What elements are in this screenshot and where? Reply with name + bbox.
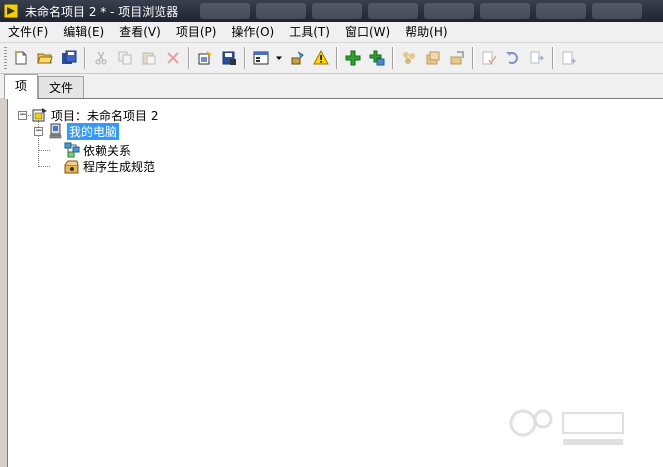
menu-bar: 文件(F) 编辑(E) 查看(V) 项目(P) 操作(O) 工具(T) 窗口(W… [0, 22, 663, 43]
toolbar [0, 43, 663, 74]
toolbar-separator [188, 47, 190, 69]
view-options-button[interactable] [250, 47, 272, 69]
background-taskbar [200, 3, 663, 19]
cut-button[interactable] [90, 47, 112, 69]
computer-icon [49, 123, 62, 139]
menu-window[interactable]: 窗口(W) [337, 22, 397, 42]
open-icon [37, 53, 53, 64]
tree-item-my-computer[interactable]: 我的电脑 [48, 122, 120, 140]
project-tree-pane[interactable]: − 项目：未命名项目 2 − 我的电脑 依赖关系 程序生成规范 [7, 98, 663, 467]
menu-edit[interactable]: 编辑(E) [55, 22, 111, 42]
project-properties-button[interactable] [194, 47, 216, 69]
tree-expander-project[interactable]: − [18, 111, 27, 120]
warning-icon [313, 50, 329, 65]
add-folder-button[interactable] [366, 47, 388, 69]
open-button[interactable] [34, 47, 56, 69]
dropdown-arrow-icon [276, 56, 282, 60]
build-all-icon [426, 51, 440, 65]
dependencies-icon [64, 142, 80, 158]
paste-button[interactable] [138, 47, 160, 69]
menu-project[interactable]: 项目(P) [168, 22, 224, 42]
undo-button[interactable] [502, 47, 524, 69]
copy-button[interactable] [114, 47, 136, 69]
save-project-button[interactable] [218, 47, 240, 69]
redo-button[interactable] [526, 47, 548, 69]
toolbar-separator [244, 47, 246, 69]
menu-tools[interactable]: 工具(T) [281, 22, 337, 42]
build-specifications-icon [64, 160, 79, 174]
add-item-icon [345, 50, 361, 66]
view-options-icon [253, 51, 269, 65]
warning-button[interactable] [310, 47, 332, 69]
tree-item-project[interactable]: 项目：未命名项目 2 [32, 107, 158, 123]
build-button[interactable] [398, 47, 420, 69]
menu-file[interactable]: 文件(F) [0, 22, 55, 42]
watermark-logo [509, 409, 624, 445]
add-folder-icon [369, 50, 385, 66]
toolbar-separator [472, 47, 474, 69]
delete-icon [167, 52, 179, 64]
view-options-dropdown[interactable] [274, 47, 284, 69]
tree-item-label: 我的电脑 [67, 122, 120, 140]
properties-icon [562, 51, 576, 65]
build-tools-icon [291, 51, 304, 65]
toolbar-separator [336, 47, 338, 69]
new-icon [14, 50, 27, 65]
save-all-button[interactable] [58, 47, 80, 69]
tree-item-dependencies[interactable]: 依赖关系 [64, 142, 131, 158]
menu-help[interactable]: 帮助(H) [397, 22, 454, 42]
menu-operate[interactable]: 操作(O) [223, 22, 281, 42]
undo-icon [506, 52, 518, 64]
tab-files[interactable]: 文件 [38, 76, 85, 98]
new-button[interactable] [10, 47, 32, 69]
deploy-button[interactable] [446, 47, 468, 69]
tree-item-label: 依赖关系 [83, 143, 132, 158]
tree-expander-computer[interactable]: − [34, 127, 43, 136]
check-icon [482, 51, 497, 65]
title-bar[interactable]: 未命名项目 2 * - 项目浏览器 [0, 0, 663, 22]
build-tools-button[interactable] [286, 47, 308, 69]
properties-button[interactable] [558, 47, 580, 69]
project-properties-icon [198, 51, 212, 65]
copy-icon [118, 51, 132, 65]
tree-line [38, 166, 50, 167]
check-button[interactable] [478, 47, 500, 69]
menu-view[interactable]: 查看(V) [111, 22, 168, 42]
tab-items[interactable]: 项 [4, 74, 39, 99]
build-all-button[interactable] [422, 47, 444, 69]
build-icon [403, 52, 415, 64]
toolbar-separator [552, 47, 554, 69]
redo-icon [530, 51, 544, 64]
window-title: 未命名项目 2 * - 项目浏览器 [25, 4, 179, 19]
deploy-icon [450, 51, 464, 65]
delete-button[interactable] [162, 47, 184, 69]
cut-icon [95, 51, 107, 65]
tree-item-build-specifications[interactable]: 程序生成规范 [64, 158, 155, 174]
tree-item-label: 项目：未命名项目 2 [51, 108, 159, 123]
paste-icon [142, 52, 156, 65]
toolbar-separator [84, 47, 86, 69]
toolbar-separator [392, 47, 394, 69]
add-item-button[interactable] [342, 47, 364, 69]
save-project-icon [222, 51, 236, 65]
tab-strip: 项 文件 [0, 74, 663, 99]
save-all-icon [62, 50, 77, 64]
tree-line [38, 150, 50, 151]
labview-project-icon [3, 3, 19, 19]
tree-item-label: 程序生成规范 [83, 159, 156, 174]
toolbar-grip[interactable] [4, 47, 7, 69]
project-icon [32, 108, 47, 122]
